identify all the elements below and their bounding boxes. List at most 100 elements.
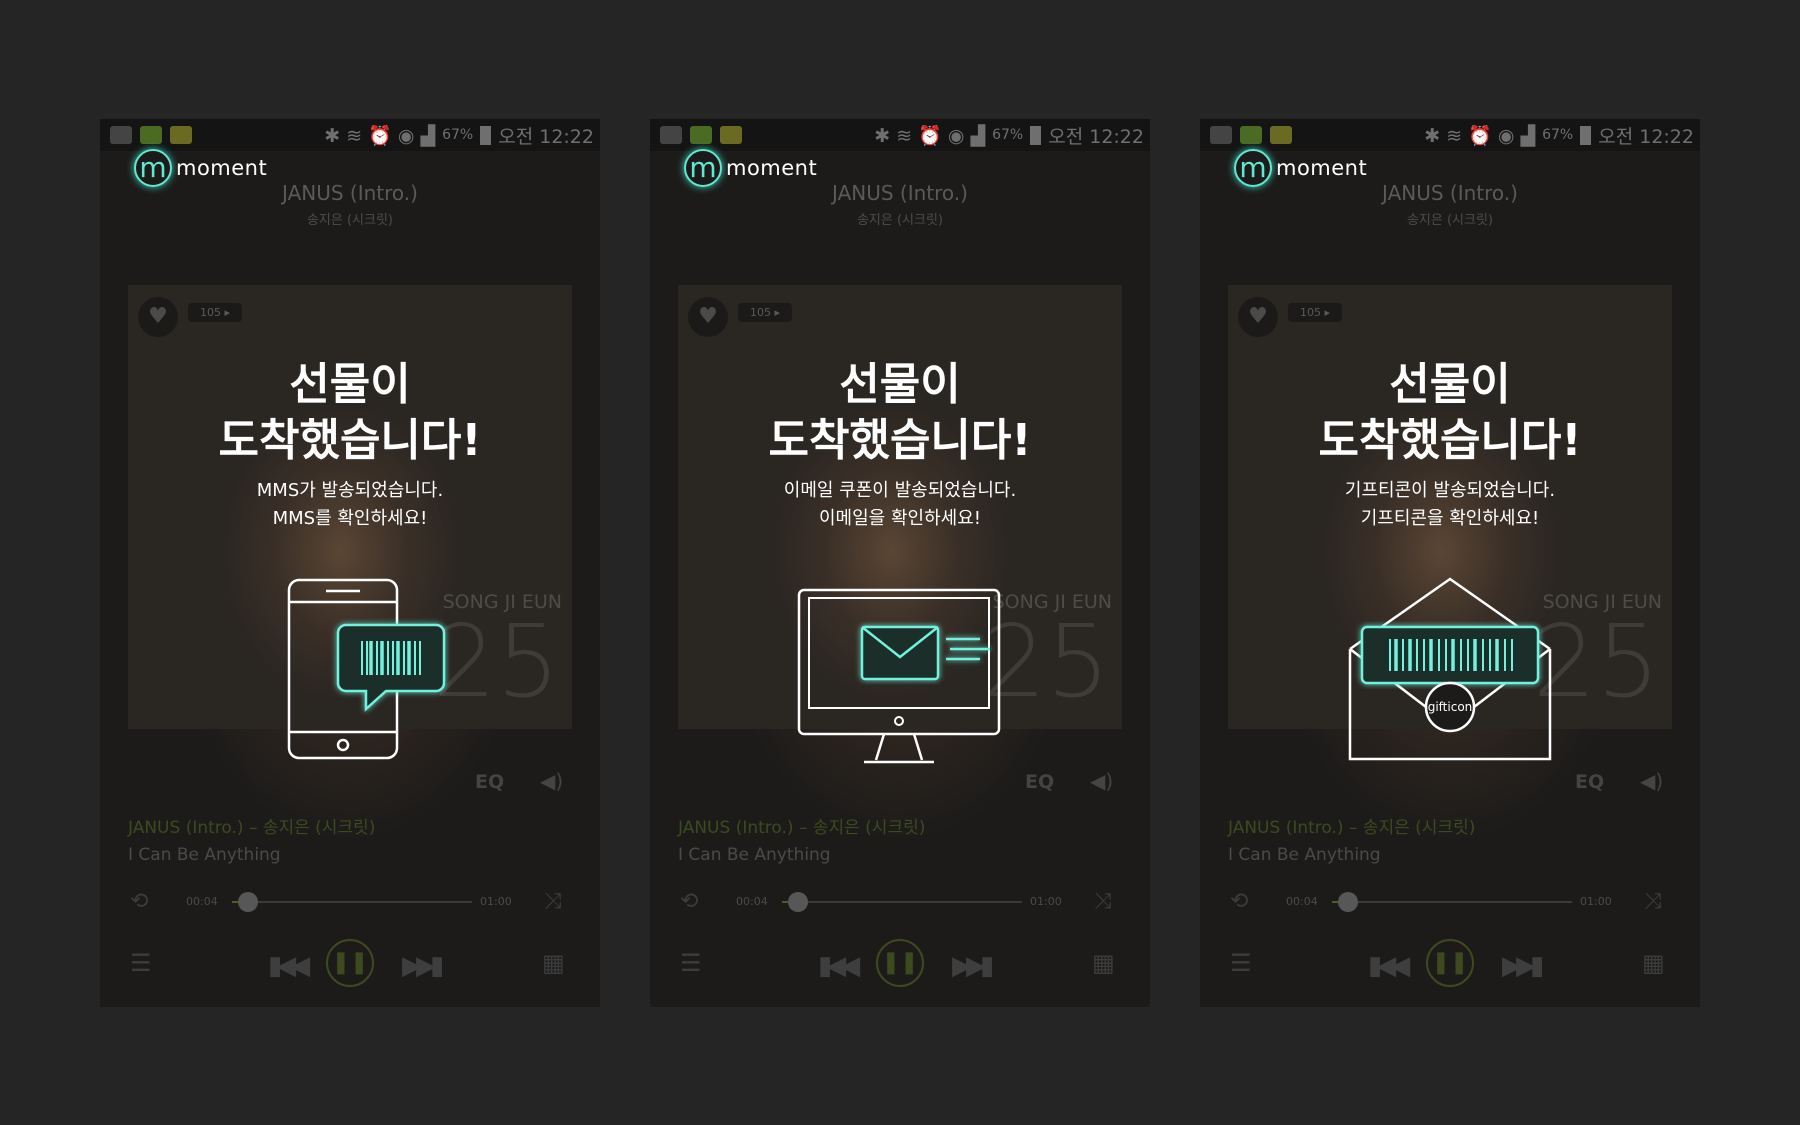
battery-percent: 67%: [992, 127, 1024, 143]
phone-screen-gifticon: ✱ ≋ ⏰ ◉ ▟ 67% 오전 12:22 m moment JANUS (I…: [1200, 119, 1700, 1007]
gift-title-line2: 도착했습니다!: [768, 415, 1032, 466]
track-title: JANUS (Intro.): [832, 181, 968, 205]
eq-button[interactable]: EQ: [1575, 771, 1604, 793]
notification-icon: [1210, 126, 1232, 144]
repeat-icon[interactable]: ⟲: [1230, 889, 1248, 914]
gift-message-line2: 기프티콘을 확인하세요!: [1360, 508, 1540, 529]
gift-message-line1: 이메일 쿠폰이 발송되었습니다.: [783, 480, 1017, 501]
playlist-icon[interactable]: ☰: [1230, 949, 1252, 977]
volume-icon[interactable]: ◀): [540, 769, 563, 793]
previous-icon[interactable]: ▮◀◀: [818, 951, 860, 981]
like-count[interactable]: 105 ▸: [1288, 303, 1343, 322]
chat-icon: [170, 126, 192, 144]
next-icon[interactable]: ▶▶▮: [952, 951, 994, 981]
time-total: 01:00: [1030, 895, 1062, 908]
progress-bar[interactable]: [1332, 892, 1572, 912]
gift-message-line2: 이메일을 확인하세요!: [819, 508, 981, 529]
eq-button[interactable]: EQ: [475, 771, 504, 793]
gift-title-line1: 선물이: [289, 359, 411, 410]
track-artist: 송지은 (시크릿): [856, 213, 944, 228]
gift-title: 선물이 도착했습니다!: [1200, 357, 1700, 469]
grid-menu-icon[interactable]: ▦: [542, 949, 565, 977]
shuffle-icon[interactable]: ⤨: [1644, 889, 1662, 914]
gift-message: 기프티콘이 발송되었습니다. 기프티콘을 확인하세요!: [1200, 477, 1700, 533]
monitor-mail-icon: [797, 588, 1001, 764]
battery-icon: [1580, 125, 1592, 145]
gift-title-line1: 선물이: [839, 359, 961, 410]
next-track: I Can Be Anything: [678, 845, 831, 865]
progress-knob[interactable]: [238, 892, 259, 912]
progress-bar[interactable]: [782, 892, 1022, 912]
chat-icon: [720, 126, 742, 144]
progress-knob[interactable]: [788, 892, 809, 912]
previous-icon[interactable]: ▮◀◀: [1368, 951, 1410, 981]
notification-icon: [110, 126, 132, 144]
next-icon[interactable]: ▶▶▮: [402, 951, 444, 981]
playlist-icon[interactable]: ☰: [680, 949, 702, 977]
volume-icon[interactable]: ◀): [1640, 769, 1663, 793]
battery-icon: [1030, 125, 1042, 145]
gift-message: MMS가 발송되었습니다. MMS를 확인하세요!: [100, 477, 600, 533]
previous-icon[interactable]: ▮◀◀: [268, 951, 310, 981]
shuffle-icon[interactable]: ⤨: [1094, 889, 1112, 914]
like-count[interactable]: 105 ▸: [188, 303, 243, 322]
heart-icon[interactable]: ♥: [138, 297, 178, 337]
playlist-icon[interactable]: ☰: [130, 949, 152, 977]
progress-bar[interactable]: [232, 892, 472, 912]
app-icon: [1240, 126, 1262, 144]
progress-knob[interactable]: [1338, 892, 1359, 912]
next-icon[interactable]: ▶▶▮: [1502, 951, 1544, 981]
grid-menu-icon[interactable]: ▦: [1642, 949, 1665, 977]
eq-button[interactable]: EQ: [1025, 771, 1054, 793]
gift-message-line2: MMS를 확인하세요!: [272, 508, 428, 529]
time-total: 01:00: [480, 895, 512, 908]
time-total: 01:00: [1580, 895, 1612, 908]
now-playing-line: JANUS (Intro.) – 송지은 (시크릿): [1228, 818, 1476, 838]
gift-message-line1: MMS가 발송되었습니다.: [256, 480, 444, 501]
pause-button[interactable]: ❚❚: [876, 939, 924, 987]
next-track: I Can Be Anything: [128, 845, 281, 865]
volume-icon[interactable]: ◀): [1090, 769, 1113, 793]
logo-text: moment: [176, 156, 268, 180]
status-bar: ✱ ≋ ⏰ ◉ ▟ 67% 오전 12:22: [100, 119, 600, 151]
track-artist: 송지은 (시크릿): [306, 213, 394, 228]
repeat-icon[interactable]: ⟲: [130, 889, 148, 914]
track-title: JANUS (Intro.): [282, 181, 418, 205]
now-playing-line: JANUS (Intro.) – 송지은 (시크릿): [678, 818, 926, 838]
clock: 오전 12:22: [1598, 125, 1694, 148]
like-count[interactable]: 105 ▸: [738, 303, 793, 322]
wifi-icon: ✱ ≋ ⏰ ◉ ▟: [324, 124, 436, 147]
gift-title-line2: 도착했습니다!: [218, 415, 482, 466]
phone-screen-email: ✱ ≋ ⏰ ◉ ▟ 67% 오전 12:22 m moment JANUS (I…: [650, 119, 1150, 1007]
repeat-icon[interactable]: ⟲: [680, 889, 698, 914]
now-playing-line: JANUS (Intro.) – 송지은 (시크릿): [128, 818, 376, 838]
pause-button[interactable]: ❚❚: [1426, 939, 1474, 987]
battery-percent: 67%: [1542, 127, 1574, 143]
pause-button[interactable]: ❚❚: [326, 939, 374, 987]
app-icon: [690, 126, 712, 144]
gift-title: 선물이 도착했습니다!: [100, 357, 600, 469]
shuffle-icon[interactable]: ⤨: [544, 889, 562, 914]
heart-icon[interactable]: ♥: [1238, 297, 1278, 337]
gift-title-line1: 선물이: [1389, 359, 1511, 410]
track-artist: 송지은 (시크릿): [1406, 213, 1494, 228]
app-icon: [140, 126, 162, 144]
status-bar: ✱ ≋ ⏰ ◉ ▟ 67% 오전 12:22: [650, 119, 1150, 151]
wifi-icon: ✱ ≋ ⏰ ◉ ▟: [874, 124, 986, 147]
track-title: JANUS (Intro.): [1382, 181, 1518, 205]
battery-percent: 67%: [442, 127, 474, 143]
phone-barcode-icon: [287, 578, 446, 760]
logo-text: moment: [726, 156, 818, 180]
time-current: 00:04: [186, 895, 218, 908]
time-current: 00:04: [1286, 895, 1318, 908]
heart-icon[interactable]: ♥: [688, 297, 728, 337]
gifticon-badge: gifticon: [1427, 700, 1473, 714]
envelope-gifticon-icon: [1348, 577, 1552, 761]
next-track: I Can Be Anything: [1228, 845, 1381, 865]
grid-menu-icon[interactable]: ▦: [1092, 949, 1115, 977]
logo-text: moment: [1276, 156, 1368, 180]
gift-message-line1: 기프티콘이 발송되었습니다.: [1344, 480, 1556, 501]
gift-title-line2: 도착했습니다!: [1318, 415, 1582, 466]
gift-message: 이메일 쿠폰이 발송되었습니다. 이메일을 확인하세요!: [650, 477, 1150, 533]
clock: 오전 12:22: [498, 125, 594, 148]
